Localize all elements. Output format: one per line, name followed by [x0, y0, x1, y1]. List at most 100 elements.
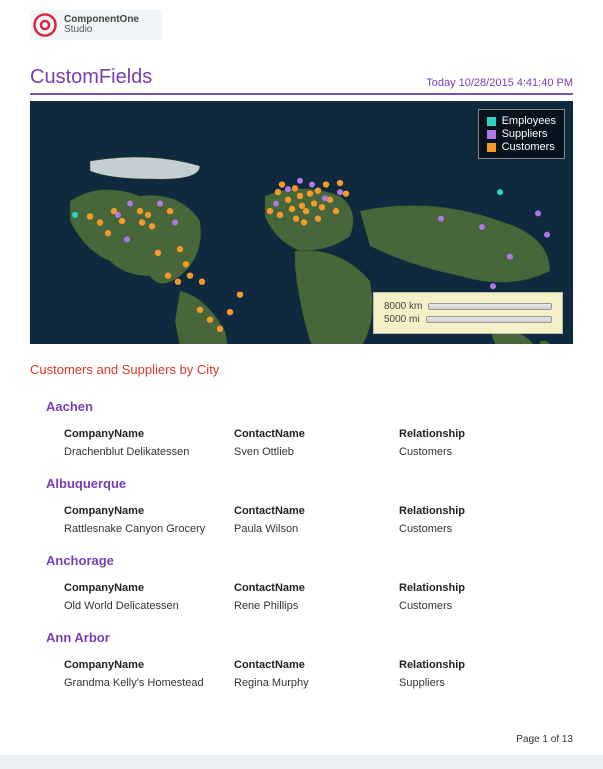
map-point: [497, 189, 503, 195]
page-title: CustomFields: [30, 66, 152, 89]
cell-company: Drachenblut Delikatessen: [64, 446, 234, 458]
city-group: Albuquerque CompanyNameContactNameRelatio…: [46, 476, 573, 539]
map-point: [535, 210, 541, 216]
column-header-contact: ContactName: [234, 505, 399, 517]
map-point: [165, 272, 171, 278]
legend-row: Suppliers: [487, 128, 556, 140]
map-point: [177, 246, 183, 252]
legend-swatch-customers: [487, 143, 496, 152]
map-point: [197, 307, 203, 313]
map-point: [137, 208, 143, 214]
map-legend: Employees Suppliers Customers: [478, 109, 565, 159]
map-point: [199, 279, 205, 285]
map-point: [115, 212, 121, 218]
map-point: [267, 208, 273, 214]
map-point: [97, 219, 103, 225]
map-point: [343, 190, 349, 196]
cell-company: Rattlesnake Canyon Grocery: [64, 523, 234, 535]
map-point: [544, 232, 550, 238]
cell-relationship: Customers: [399, 446, 539, 458]
column-header-company: CompanyName: [64, 428, 234, 440]
map-point: [311, 200, 317, 206]
map-point: [323, 181, 329, 187]
column-header-company: CompanyName: [64, 659, 234, 671]
map-point: [507, 254, 513, 260]
scale-mi-label: 5000 mi: [384, 314, 420, 325]
page-bottom-bar: [0, 755, 603, 769]
map-point: [289, 206, 295, 212]
map-scale: 8000 km 5000 mi: [373, 292, 563, 334]
map-point: [275, 189, 281, 195]
map-point: [337, 180, 343, 186]
legend-row: Employees: [487, 115, 556, 127]
column-header-contact: ContactName: [234, 659, 399, 671]
map-point: [307, 190, 313, 196]
table-row: Old World DelicatessenRene PhillipsCusto…: [46, 600, 573, 616]
column-header-relationship: Relationship: [399, 428, 539, 440]
map-point: [127, 201, 133, 207]
column-header-company: CompanyName: [64, 505, 234, 517]
cell-contact: Paula Wilson: [234, 523, 399, 535]
map-point: [139, 219, 145, 225]
column-header-company: CompanyName: [64, 582, 234, 594]
map-point: [299, 203, 305, 209]
map-point: [207, 317, 213, 323]
map-point: [105, 230, 111, 236]
legend-label: Customers: [502, 141, 555, 153]
map-point: [279, 181, 285, 187]
cell-relationship: Customers: [399, 523, 539, 535]
map-point: [175, 279, 181, 285]
city-heading: Aachen: [46, 399, 573, 414]
city-heading: Albuquerque: [46, 476, 573, 491]
scale-km-label: 8000 km: [384, 301, 422, 312]
column-header-relationship: Relationship: [399, 582, 539, 594]
map-point: [87, 213, 93, 219]
column-headers: CompanyNameContactNameRelationship: [46, 659, 573, 677]
map-point: [217, 326, 223, 332]
map-point: [309, 182, 315, 188]
map-point: [285, 197, 291, 203]
map-point: [490, 283, 496, 289]
world-map: Employees Suppliers Customers 8000 km 50…: [30, 101, 573, 344]
map-point: [479, 224, 485, 230]
brand-line2: Studio: [64, 25, 139, 35]
column-headers: CompanyNameContactNameRelationship: [46, 582, 573, 600]
column-headers: CompanyNameContactNameRelationship: [46, 505, 573, 523]
section-title: Customers and Suppliers by City: [30, 362, 573, 377]
city-group: AachenCompanyNameContactNameRelationship…: [46, 399, 573, 462]
map-point: [145, 212, 151, 218]
table-row: Drachenblut DelikatessenSven OttliebCust…: [46, 446, 573, 462]
map-point: [277, 212, 283, 218]
map-point: [293, 216, 299, 222]
map-point: [303, 208, 309, 214]
cell-company: Grandma Kelly's Homestead: [64, 677, 234, 689]
column-header-relationship: Relationship: [399, 505, 539, 517]
city-group: Anchorage CompanyNameContactNameRelations…: [46, 553, 573, 616]
page-footer: Page 1 of 13: [516, 734, 573, 745]
cell-relationship: Customers: [399, 600, 539, 612]
map-point: [333, 208, 339, 214]
map-point: [315, 187, 321, 193]
map-point: [124, 236, 130, 242]
table-row: Grandma Kelly's HomesteadRegina MurphySu…: [46, 677, 573, 693]
column-header-relationship: Relationship: [399, 659, 539, 671]
cell-relationship: Suppliers: [399, 677, 539, 689]
city-group: Ann Arbor CompanyNameContactNameRelations…: [46, 630, 573, 693]
map-point: [301, 219, 307, 225]
legend-row: Customers: [487, 141, 556, 153]
cell-contact: Sven Ottlieb: [234, 446, 399, 458]
map-point: [155, 250, 161, 256]
city-heading: Ann Arbor: [46, 630, 573, 645]
brand-icon: [32, 12, 58, 38]
map-point: [172, 220, 178, 226]
brand-logo: ComponentOne Studio: [30, 10, 162, 40]
city-heading: Anchorage: [46, 553, 573, 568]
scale-bar-mi: [426, 316, 552, 323]
map-point: [183, 261, 189, 267]
map-point: [187, 272, 193, 278]
legend-swatch-employees: [487, 117, 496, 126]
map-point: [273, 201, 279, 207]
legend-swatch-suppliers: [487, 130, 496, 139]
table-row: Rattlesnake Canyon GroceryPaula WilsonCu…: [46, 523, 573, 539]
report-timestamp: Today 10/28/2015 4:41:40 PM: [426, 77, 573, 89]
